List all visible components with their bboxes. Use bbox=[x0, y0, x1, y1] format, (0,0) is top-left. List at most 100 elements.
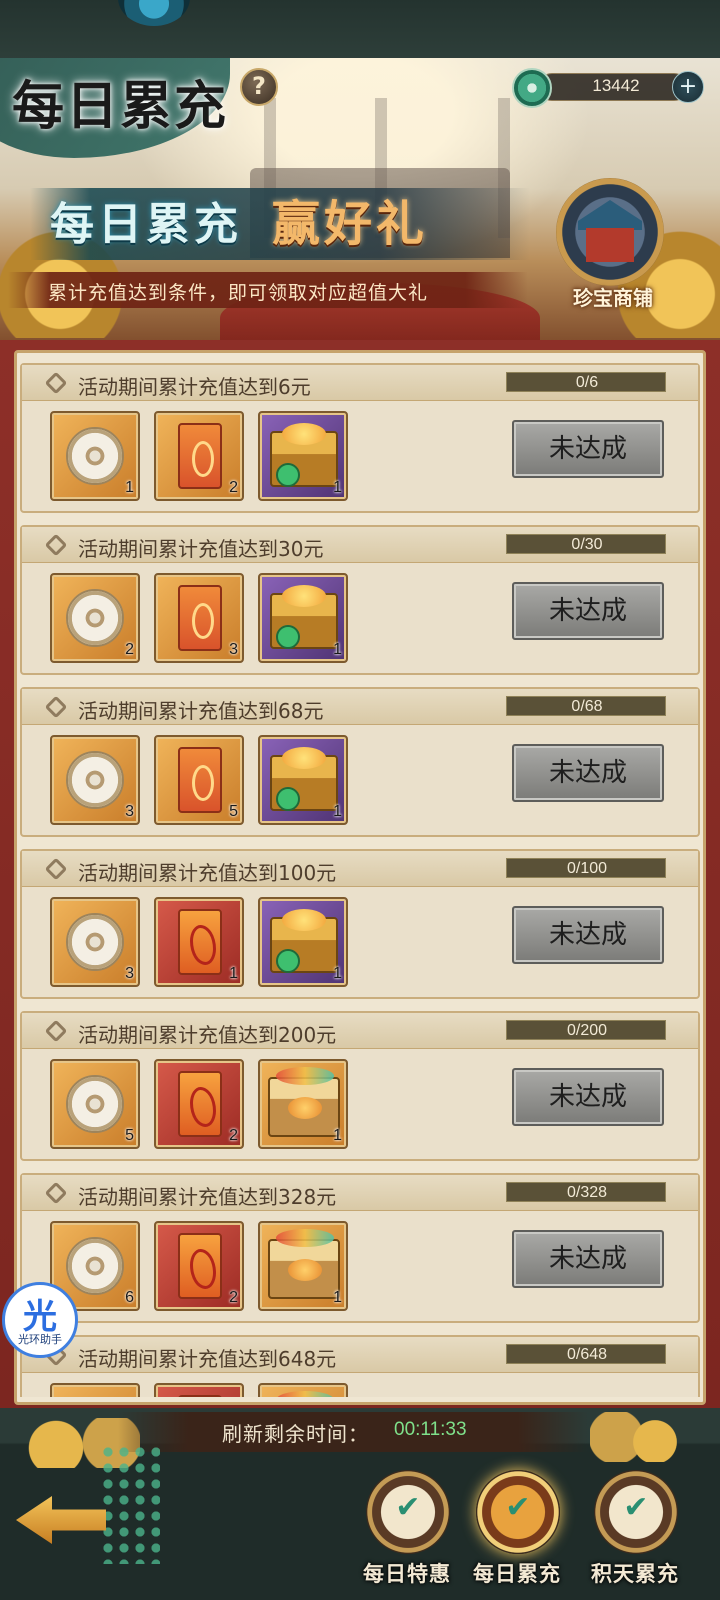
add-currency-button[interactable]: + bbox=[672, 71, 704, 103]
footer-gold-right bbox=[590, 1412, 720, 1462]
refresh-timer-value: 00:11:33 bbox=[394, 1419, 467, 1440]
task-requirement: 活动期间累计充值达到648元 bbox=[78, 1347, 337, 1371]
task-list[interactable]: 活动期间累计充值达到6元 0/6 1 2 1 未达成 活动期间累计充值达到30元 0/30 2 3… bbox=[18, 355, 702, 1397]
treasure-shop-button[interactable]: 珍宝商铺 bbox=[548, 178, 678, 310]
claim-button[interactable]: 未达成 bbox=[512, 744, 664, 802]
claim-button[interactable]: 未达成 bbox=[512, 420, 664, 478]
reward-item[interactable]: 2 bbox=[154, 1059, 244, 1149]
assistant-caption: 光环助手 bbox=[18, 1333, 62, 1346]
currency-amount: 13442 bbox=[592, 76, 640, 95]
tab-label: 每日特惠 bbox=[363, 1561, 451, 1586]
chest-icon bbox=[270, 423, 338, 487]
task-card: 活动期间累计充值达到6元 0/6 1 2 1 未达成 bbox=[20, 363, 700, 513]
coin-icon bbox=[66, 427, 124, 485]
page-title: 每日累充 bbox=[12, 76, 229, 137]
task-requirement: 活动期间累计充值达到200元 bbox=[78, 1023, 337, 1047]
help-button[interactable]: ? bbox=[240, 68, 278, 106]
task-card: 活动期间累计充值达到328元 0/328 6 2 1 未达成 bbox=[20, 1173, 700, 1323]
claim-button[interactable]: 未达成 bbox=[512, 582, 664, 640]
progress-text: 0/68 bbox=[571, 698, 603, 715]
reward-quantity: 2 bbox=[125, 641, 134, 658]
back-button[interactable] bbox=[10, 1488, 110, 1552]
reward-quantity: 1 bbox=[333, 1127, 342, 1144]
progress-text: 0/6 bbox=[575, 374, 599, 391]
envelope-red-icon bbox=[178, 909, 222, 975]
assistant-float-button[interactable]: 光 光环助手 bbox=[2, 1282, 78, 1358]
reward-item[interactable]: 2 bbox=[154, 1221, 244, 1311]
tab-daily-recharge[interactable]: 每日累充 bbox=[462, 1470, 572, 1600]
top-strip bbox=[0, 0, 720, 60]
slogan-highlight: 赢好礼 bbox=[272, 196, 429, 252]
progress-bar: 0/100 bbox=[506, 858, 666, 878]
progress-bar: 0/30 bbox=[506, 534, 666, 554]
envelope-icon bbox=[178, 747, 222, 813]
reward-item[interactable]: 2 bbox=[154, 411, 244, 501]
reward-quantity: 5 bbox=[229, 803, 238, 820]
progress-text: 0/200 bbox=[566, 1022, 608, 1039]
coin-icon bbox=[66, 1075, 124, 1133]
coin-icon bbox=[66, 589, 124, 647]
progress-text: 0/648 bbox=[566, 1346, 608, 1363]
coin-icon bbox=[66, 751, 124, 809]
reward-quantity: 2 bbox=[229, 1127, 238, 1144]
task-requirement: 活动期间累计充值达到30元 bbox=[78, 537, 324, 561]
envelope-red-icon bbox=[178, 1071, 222, 1137]
envelope-red-icon bbox=[178, 1233, 222, 1299]
progress-text: 0/30 bbox=[571, 536, 603, 553]
reward-item[interactable]: 3 bbox=[50, 897, 140, 987]
reward-item[interactable]: 1 bbox=[258, 411, 348, 501]
chest2-icon bbox=[268, 1229, 340, 1299]
jade-coin-icon bbox=[512, 68, 552, 108]
reward-item[interactable]: 1 bbox=[50, 411, 140, 501]
reward-quantity: 1 bbox=[333, 803, 342, 820]
reward-quantity: 2 bbox=[229, 1289, 238, 1306]
reward-item[interactable]: 1 bbox=[154, 897, 244, 987]
progress-text: 0/100 bbox=[566, 860, 608, 877]
reward-quantity: 1 bbox=[333, 965, 342, 982]
reward-item[interactable]: 1 bbox=[258, 1059, 348, 1149]
reward-item[interactable]: 5 bbox=[154, 735, 244, 825]
chest-icon bbox=[270, 747, 338, 811]
reward-item[interactable]: 2 bbox=[50, 573, 140, 663]
reward-quantity: 6 bbox=[125, 1289, 134, 1306]
reward-quantity: 3 bbox=[125, 803, 134, 820]
progress-bar: 0/6 bbox=[506, 372, 666, 392]
reward-item[interactable]: 3 bbox=[154, 573, 244, 663]
slogan-primary: 每日累充 bbox=[50, 199, 242, 250]
claim-button[interactable]: 未达成 bbox=[512, 906, 664, 964]
currency-display: 13442 + bbox=[512, 68, 712, 108]
daily-recharge-icon bbox=[476, 1470, 560, 1554]
task-requirement: 活动期间累计充值达到100元 bbox=[78, 861, 337, 885]
reward-item[interactable] bbox=[50, 1383, 140, 1397]
chest-icon bbox=[270, 909, 338, 973]
daily-deal-icon bbox=[366, 1470, 450, 1554]
progress-bar: 0/648 bbox=[506, 1344, 666, 1364]
tab-daily-deal[interactable]: 每日特惠 bbox=[352, 1470, 462, 1600]
reward-quantity: 1 bbox=[229, 965, 238, 982]
mascot-icon[interactable] bbox=[118, 0, 190, 26]
reward-item[interactable]: 1 bbox=[258, 897, 348, 987]
reward-quantity: 1 bbox=[125, 479, 134, 496]
tab-accumulated-days[interactable]: 积天累充 bbox=[580, 1470, 690, 1600]
task-card: 活动期间累计充值达到100元 0/100 3 1 1 未达成 bbox=[20, 849, 700, 999]
reward-item[interactable]: 1 bbox=[258, 735, 348, 825]
reward-item[interactable] bbox=[258, 1383, 348, 1397]
progress-text: 0/328 bbox=[566, 1184, 608, 1201]
envelope-red-icon bbox=[178, 1395, 222, 1397]
back-arrow-icon bbox=[16, 1496, 106, 1544]
progress-bar: 0/328 bbox=[506, 1182, 666, 1202]
task-requirement: 活动期间累计充值达到6元 bbox=[78, 375, 311, 399]
claim-button[interactable]: 未达成 bbox=[512, 1068, 664, 1126]
envelope-icon bbox=[178, 423, 222, 489]
reward-item[interactable]: 5 bbox=[50, 1059, 140, 1149]
reward-item[interactable]: 1 bbox=[258, 1221, 348, 1311]
task-card: 活动期间累计充值达到648元 0/648 bbox=[20, 1335, 700, 1397]
reward-item[interactable]: 1 bbox=[258, 573, 348, 663]
claim-button[interactable]: 未达成 bbox=[512, 1230, 664, 1288]
reward-quantity: 3 bbox=[229, 641, 238, 658]
task-card: 活动期间累计充值达到30元 0/30 2 3 1 未达成 bbox=[20, 525, 700, 675]
reward-item[interactable]: 3 bbox=[50, 735, 140, 825]
reward-item[interactable] bbox=[154, 1383, 244, 1397]
progress-bar: 0/200 bbox=[506, 1020, 666, 1040]
chest2-icon bbox=[268, 1067, 340, 1137]
